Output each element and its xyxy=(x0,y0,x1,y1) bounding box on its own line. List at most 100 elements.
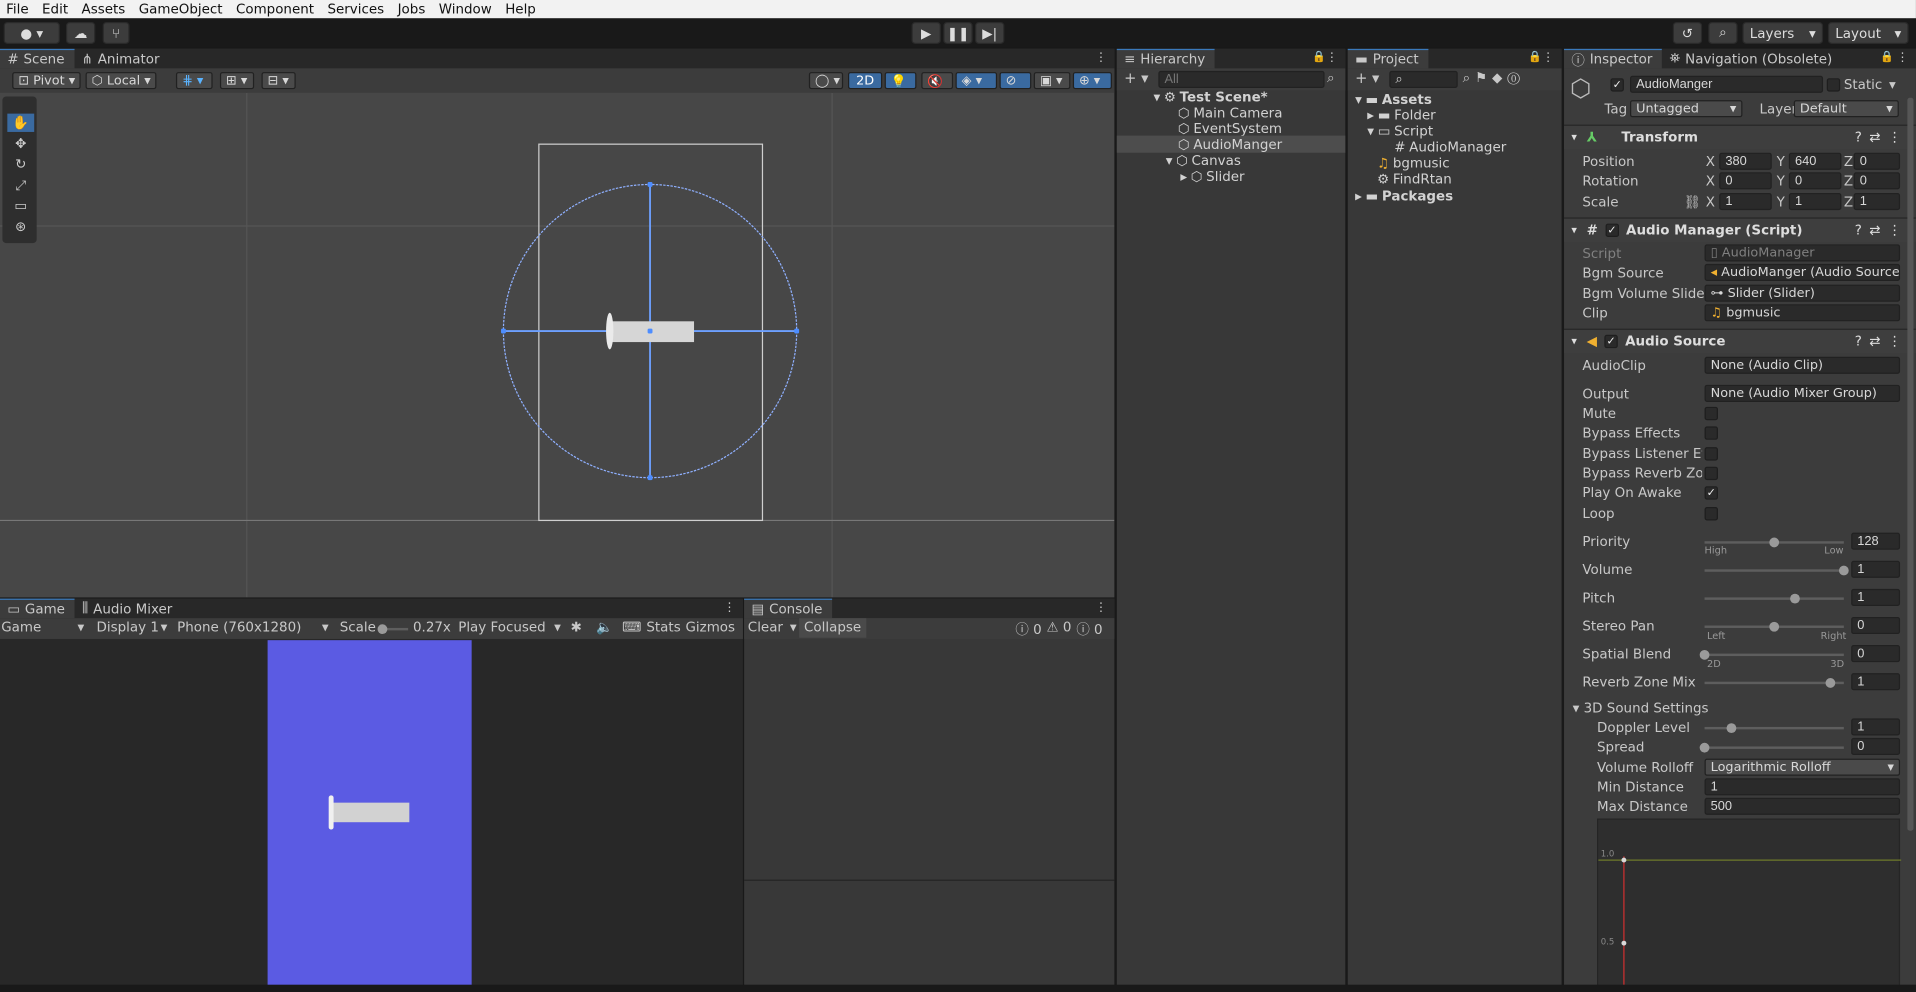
output-field[interactable]: None (Audio Mixer Group) xyxy=(1704,384,1901,402)
console-menu-icon[interactable]: ⋮ xyxy=(1095,601,1107,614)
reverb-slider-knob[interactable] xyxy=(1825,678,1835,688)
volume-value-field[interactable] xyxy=(1851,560,1901,578)
chevron-down-icon[interactable]: ▾ xyxy=(1889,77,1896,93)
object-name-field[interactable] xyxy=(1630,75,1824,93)
cloud-button[interactable]: ☁ xyxy=(65,21,96,44)
priority-value-field[interactable] xyxy=(1851,532,1901,550)
project-item-assets[interactable]: ▾ ▬ Assets xyxy=(1355,92,1432,108)
hierarchy-item-eventsystem[interactable]: ⬡ EventSystem xyxy=(1178,121,1282,137)
bypass-reverb-checkbox[interactable] xyxy=(1704,466,1718,481)
project-item-audiomanager-script[interactable]: # AudioManager xyxy=(1394,139,1506,155)
inspector-menu-icon[interactable]: ⋮ xyxy=(1896,51,1908,64)
link-icon[interactable]: ⛓ xyxy=(1684,194,1701,210)
spread-slider-track[interactable] xyxy=(1704,746,1844,749)
reverb-slider-track[interactable] xyxy=(1704,681,1844,685)
add-icon[interactable]: + ▾ xyxy=(1355,70,1379,87)
project-item-script[interactable]: ▾ ▭ Script xyxy=(1367,123,1433,139)
game-canvas[interactable] xyxy=(267,640,472,992)
doppler-slider-knob[interactable] xyxy=(1726,723,1736,734)
bug-icon[interactable]: ✱ xyxy=(571,619,582,635)
audio-source-enabled-checkbox[interactable]: ✓ xyxy=(1604,334,1618,349)
tab-hierarchy[interactable]: ≡ Hierarchy xyxy=(1116,48,1216,69)
hierarchy-item-slider[interactable]: ▸ ⬡ Slider xyxy=(1180,169,1244,185)
volume-slider-track[interactable] xyxy=(1704,569,1844,572)
position-z-field[interactable] xyxy=(1853,152,1901,170)
audio-toggle[interactable]: 🔇 xyxy=(921,72,954,90)
doppler-slider-track[interactable] xyxy=(1704,726,1844,730)
layers-dropdown[interactable]: Layers ▾ xyxy=(1742,21,1824,44)
scene-canvas[interactable]: ✋ ✥ ↻ ⤢ ▭ ⊛ xyxy=(0,92,1115,598)
pivot-handle[interactable] xyxy=(647,328,653,334)
hierarchy-menu-icon[interactable]: ⋮ xyxy=(1326,51,1338,64)
play-button[interactable]: ▶ xyxy=(911,21,941,44)
account-dropdown[interactable]: ● ▾ xyxy=(3,21,60,44)
layer-dropdown[interactable]: Default ▾ xyxy=(1793,100,1899,118)
loop-checkbox[interactable] xyxy=(1704,507,1718,521)
scale-z-field[interactable] xyxy=(1853,193,1901,211)
move-tool[interactable]: ✥ xyxy=(7,134,34,152)
rotation-y-field[interactable] xyxy=(1788,172,1842,190)
doppler-value-field[interactable] xyxy=(1851,718,1901,736)
scale-x-field[interactable] xyxy=(1719,193,1772,211)
tab-navigation[interactable]: ⛯ Navigation (Obsolete) xyxy=(1662,49,1842,69)
menu-edit[interactable]: Edit xyxy=(36,1,75,17)
search-filter-icon[interactable]: ⌕ xyxy=(1327,70,1335,87)
hierarchy-search-input[interactable] xyxy=(1158,70,1325,88)
scale-y-field[interactable] xyxy=(1788,193,1842,211)
menu-help[interactable]: Help xyxy=(499,1,543,17)
lock-icon[interactable]: 🔒 xyxy=(1880,51,1894,63)
priority-slider-knob[interactable] xyxy=(1769,537,1780,548)
search-button[interactable]: ⌕ xyxy=(1708,21,1738,44)
collapse-button[interactable]: Collapse xyxy=(799,618,867,638)
bypass-effects-checkbox[interactable] xyxy=(1704,426,1718,440)
step-button[interactable]: ▶| xyxy=(975,21,1005,44)
tab-project[interactable]: ▬ Project xyxy=(1347,48,1429,69)
spread-slider-knob[interactable] xyxy=(1699,742,1710,753)
camera-dropdown[interactable]: ▣ ▾ xyxy=(1033,72,1071,90)
layout-dropdown[interactable]: Layout ▾ xyxy=(1827,21,1909,44)
tab-console[interactable]: ▤ Console xyxy=(744,598,833,619)
project-item-folder[interactable]: ▸ ▬ Folder xyxy=(1367,108,1435,124)
bgm-source-field[interactable]: ◂ AudioManger (Audio Source xyxy=(1704,263,1901,281)
project-menu-icon[interactable]: ⋮ xyxy=(1542,51,1554,64)
lock-icon[interactable]: 🔒 xyxy=(1528,51,1542,63)
menu-jobs[interactable]: Jobs xyxy=(391,1,432,17)
tab-inspector[interactable]: ⓘ Inspector xyxy=(1564,48,1663,69)
warning-count[interactable]: ⚠ 0 xyxy=(1047,619,1072,639)
scale-tool[interactable]: ⤢ xyxy=(7,176,34,194)
audio-mute-icon[interactable]: 🔈 xyxy=(596,619,613,635)
tab-audio-mixer[interactable]: ⫼ Audio Mixer xyxy=(75,599,182,619)
hierarchy-item-canvas[interactable]: ▾ ⬡ Canvas xyxy=(1166,153,1241,169)
reverb-value-field[interactable] xyxy=(1851,673,1901,691)
draw-mode-dropdown[interactable]: ◯ ▾ xyxy=(808,72,844,90)
display-dropdown[interactable]: Display 1 ▾ xyxy=(97,619,168,635)
spread-value-field[interactable] xyxy=(1851,737,1901,756)
menu-file[interactable]: File xyxy=(0,1,36,17)
gizmos-button[interactable]: Gizmos xyxy=(685,619,735,635)
project-filter-icons[interactable]: ⌕⚑◆⓪ xyxy=(1463,70,1525,87)
rotation-x-field[interactable] xyxy=(1719,172,1772,190)
spatial-slider-knob[interactable] xyxy=(1699,649,1710,660)
resolution-dropdown[interactable]: Phone (760x1280) ▾ xyxy=(177,619,329,635)
rect-handle-bottom[interactable] xyxy=(647,475,653,481)
position-y-field[interactable] xyxy=(1788,152,1842,170)
pitch-slider-track[interactable] xyxy=(1704,597,1844,600)
transform-tool[interactable]: ⊛ xyxy=(7,217,34,235)
hierarchy-item-test-scene[interactable]: ▾ ⚙ Test Scene* xyxy=(1153,89,1267,105)
bgm-volume-slider-field[interactable]: ⊶ Slider (Slider) xyxy=(1704,284,1901,302)
tab-animator[interactable]: ⋔ Animator xyxy=(74,49,169,69)
sound3d-foldout[interactable]: ▾ 3D Sound Settings xyxy=(1573,700,1709,716)
menu-services[interactable]: Services xyxy=(321,1,391,17)
pause-button[interactable]: ❚❚ xyxy=(943,21,973,44)
menu-window[interactable]: Window xyxy=(433,1,499,17)
lighting-toggle[interactable]: 💡 xyxy=(884,72,917,90)
stereo-value-field[interactable] xyxy=(1851,616,1901,635)
project-search-input[interactable]: ⌕ xyxy=(1389,70,1458,88)
rolloff-graph[interactable]: 1.0 0.5 xyxy=(1597,818,1902,992)
play-mode-dropdown[interactable]: Play Focused ▾ xyxy=(458,619,561,635)
menu-component[interactable]: Component xyxy=(230,1,321,17)
project-item-bgmusic[interactable]: ♫ bgmusic xyxy=(1377,155,1450,171)
audio-source-header[interactable]: ▾ ◀ ✓ Audio Source ?⇄⋮ xyxy=(1564,328,1916,354)
rect-handle-left[interactable] xyxy=(500,328,506,334)
scene-visibility-toggle[interactable]: ⊘ xyxy=(999,72,1032,90)
